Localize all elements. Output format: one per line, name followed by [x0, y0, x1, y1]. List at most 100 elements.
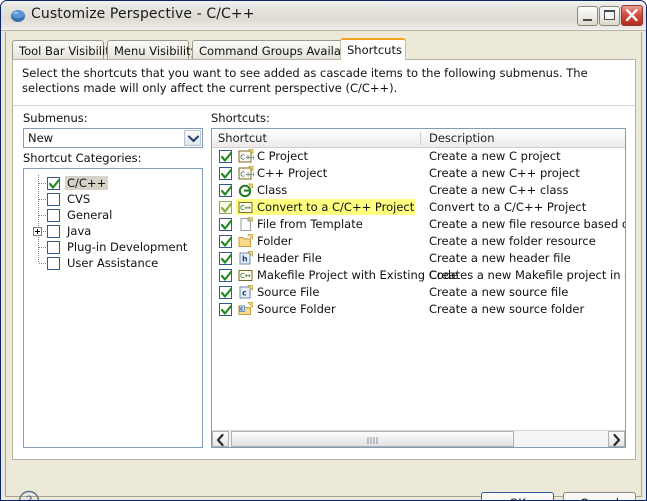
svg-text:h: h — [242, 255, 248, 264]
table-row[interactable]: Folder Create a new folder resource — [212, 233, 625, 250]
row-checkbox-checked[interactable] — [219, 303, 232, 316]
row-shortcut-name: Convert to a C/C++ Project — [256, 200, 416, 214]
row-shortcut-name: C++ Project — [257, 166, 328, 180]
column-header-shortcut[interactable]: Shortcut — [218, 131, 267, 145]
tree-checkbox-unchecked[interactable] — [47, 225, 60, 238]
tab-command-groups-availability[interactable]: Command Groups Availability — [192, 40, 369, 60]
scrollbar-thumb[interactable] — [231, 431, 514, 447]
eclipse-globe-icon — [10, 8, 26, 24]
help-icon[interactable]: ? — [18, 490, 40, 500]
maximize-button[interactable] — [599, 6, 620, 26]
tree-item-label: General — [67, 208, 113, 222]
shortcut-categories-label: Shortcut Categories: — [23, 151, 142, 165]
row-checkbox-checked[interactable] — [219, 218, 232, 231]
shortcut-categories-tree[interactable]: C/C++ CVS General Java Plug-in Developme… — [23, 168, 203, 448]
svg-text:C++: C++ — [240, 154, 254, 162]
scroll-right-icon[interactable] — [608, 431, 625, 447]
row-description: Create a new source file — [429, 285, 569, 299]
scrollbar-grip-icon — [367, 437, 378, 444]
table-row[interactable]: C++ C Project Create a new C project — [212, 148, 625, 165]
title-bar: Customize Perspective - C/C++ — [1, 1, 646, 31]
maximize-icon — [604, 10, 615, 20]
tree-checkbox-unchecked[interactable] — [47, 193, 60, 206]
dialog-footer: ? OK Cancel — [6, 462, 641, 500]
tree-item-plug-in-development[interactable]: Plug-in Development — [24, 239, 202, 255]
row-shortcut-name: Source Folder — [257, 302, 336, 316]
submenus-dropdown[interactable]: New — [23, 128, 203, 148]
divider — [13, 105, 635, 106]
tree-item-cvs[interactable]: CVS — [24, 191, 202, 207]
convert-project-icon: C↔ — [238, 200, 254, 215]
tab-menu-visibility[interactable]: Menu Visibility — [107, 40, 197, 60]
dialog-content: Tool Bar Visibility Menu Visibility Comm… — [5, 32, 642, 500]
row-checkbox-checked[interactable] — [219, 150, 232, 163]
tree-checkbox-unchecked[interactable] — [47, 241, 60, 254]
chevron-down-icon[interactable] — [184, 130, 201, 146]
row-checkbox-checked[interactable] — [219, 286, 232, 299]
tree-item-label: Plug-in Development — [67, 240, 188, 254]
horizontal-scrollbar[interactable] — [212, 430, 625, 447]
expand-plus-icon[interactable] — [33, 227, 42, 236]
ok-button[interactable]: OK — [481, 492, 554, 500]
customize-perspective-dialog: Customize Perspective - C/C++ Tool Bar V… — [0, 0, 647, 501]
cancel-button[interactable]: Cancel — [563, 492, 636, 500]
table-row[interactable]: C↔ Makefile Project with Existing Code C… — [212, 267, 625, 284]
row-shortcut-name: Class — [257, 183, 288, 197]
row-description: Convert to a C/C++ Project — [429, 200, 587, 214]
row-checkbox-checked[interactable] — [219, 201, 232, 214]
svg-text:c: c — [240, 307, 243, 313]
column-header-description[interactable]: Description — [429, 131, 495, 145]
table-row[interactable]: Class Create a new C++ class — [212, 182, 625, 199]
tree-item-label: Java — [67, 224, 92, 238]
close-button[interactable] — [621, 5, 643, 26]
row-checkbox-checked[interactable] — [219, 235, 232, 248]
row-checkbox-checked[interactable] — [219, 252, 232, 265]
table-row[interactable]: c Source File Create a new source file — [212, 284, 625, 301]
header-file-icon: h — [238, 251, 254, 266]
tree-item-label: CVS — [67, 192, 91, 206]
tree-item-c-cpp[interactable]: C/C++ — [24, 175, 202, 191]
table-row[interactable]: h Header File Create a new header file — [212, 250, 625, 267]
row-shortcut-name: Source File — [257, 285, 320, 299]
instructions-text: Select the shortcuts that you want to se… — [22, 66, 588, 95]
tree-item-general[interactable]: General — [24, 207, 202, 223]
tree-checkbox-checked[interactable] — [47, 177, 60, 190]
row-shortcut-name: Header File — [257, 251, 322, 265]
svg-text:C↔: C↔ — [240, 204, 251, 212]
table-row[interactable]: C++ C++ Project Create a new C++ project — [212, 165, 625, 182]
file-template-icon — [238, 216, 254, 232]
row-shortcut-name: File from Template — [257, 217, 363, 231]
row-checkbox-checked[interactable] — [219, 167, 232, 180]
c-project-icon: C++ — [238, 149, 257, 164]
shortcuts-list[interactable]: Shortcut Description C+ C Project Create… — [211, 128, 626, 448]
tree-checkbox-unchecked[interactable] — [47, 209, 60, 222]
tab-shortcuts[interactable]: Shortcuts — [340, 38, 406, 60]
folder-icon — [238, 234, 254, 249]
tree-line — [39, 183, 46, 184]
row-checkbox-checked[interactable] — [219, 269, 232, 282]
row-description: Create a new C project — [429, 149, 561, 163]
tree-line — [39, 263, 46, 264]
table-row-highlighted[interactable]: C↔ Convert to a C/C++ Project Convert to… — [212, 199, 625, 216]
source-file-icon: c — [238, 285, 254, 300]
table-row[interactable]: c Source Folder Create a new source fold… — [212, 301, 625, 318]
table-row[interactable]: File from Template Create a new file res… — [212, 216, 625, 233]
row-description: Creates a new Makefile project in a dire… — [429, 268, 625, 282]
shortcuts-tab-page: Select the shortcuts that you want to se… — [12, 59, 636, 460]
tree-checkbox-unchecked[interactable] — [47, 257, 60, 270]
svg-text:c: c — [242, 289, 247, 298]
svg-text:C↔: C↔ — [240, 272, 251, 280]
column-divider[interactable] — [420, 132, 421, 145]
tree-line — [39, 247, 46, 248]
tab-tool-bar-visibility[interactable]: Tool Bar Visibility — [12, 40, 117, 60]
source-folder-icon: c — [238, 302, 254, 317]
tree-item-java[interactable]: Java — [24, 223, 202, 239]
minimize-button[interactable] — [577, 6, 598, 26]
tree-item-user-assistance[interactable]: User Assistance — [24, 255, 202, 271]
row-description: Create a new folder resource — [429, 234, 596, 248]
shortcuts-rows: C++ C Project Create a new C project — [212, 148, 625, 318]
tree-item-label: C/C++ — [65, 176, 109, 190]
scroll-left-icon[interactable] — [212, 431, 229, 447]
row-checkbox-checked[interactable] — [219, 184, 232, 197]
tree-item-label: User Assistance — [67, 256, 159, 270]
